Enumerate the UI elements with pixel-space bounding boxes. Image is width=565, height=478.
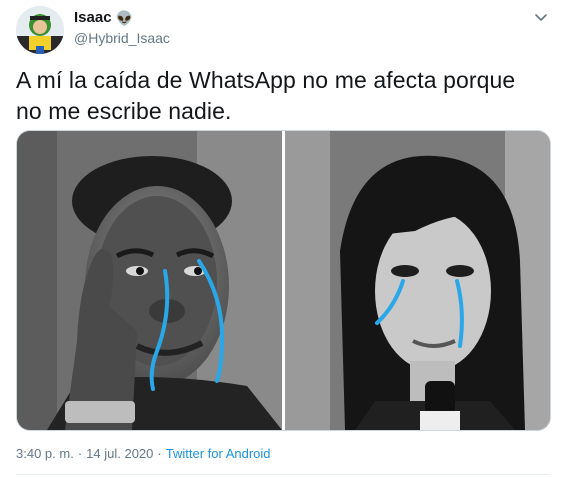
user-handle[interactable]: @Hybrid_Isaac xyxy=(74,30,170,46)
avatar-image xyxy=(16,6,64,54)
tweet-time[interactable]: 3:40 p. m. xyxy=(16,446,74,461)
tweet-source-link[interactable]: Twitter for Android xyxy=(166,446,271,461)
display-name[interactable]: Isaac xyxy=(74,9,112,26)
divider xyxy=(16,474,549,475)
meta-separator-2: · xyxy=(157,446,162,461)
left-meme-photo[interactable] xyxy=(17,131,282,430)
tweet-meta: 3:40 p. m. · 14 jul. 2020 · Twitter for … xyxy=(16,446,271,461)
tweet-date[interactable]: 14 jul. 2020 xyxy=(86,446,153,461)
chevron-down-icon[interactable] xyxy=(533,10,549,26)
author-name-row: Isaac 👽 xyxy=(74,9,133,26)
tweet-text: A mí la caída de WhatsApp no me afecta p… xyxy=(16,67,516,124)
right-meme-photo[interactable] xyxy=(285,131,550,430)
tweet-card: Isaac 👽 @Hybrid_Isaac A mí la caída de W… xyxy=(0,0,565,478)
avatar[interactable] xyxy=(16,6,64,54)
meta-separator: · xyxy=(77,446,83,461)
alien-emoji-icon: 👽 xyxy=(115,9,133,26)
tweet-media[interactable] xyxy=(16,130,551,431)
